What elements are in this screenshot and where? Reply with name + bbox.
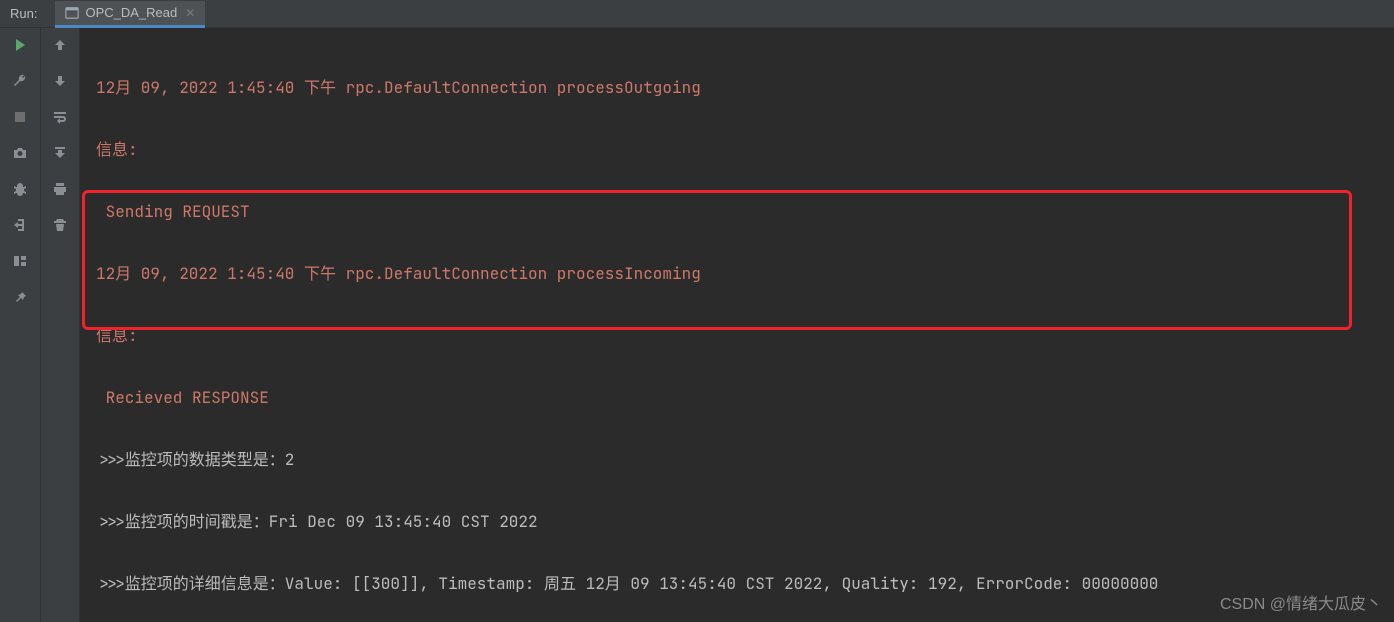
console-line: 12月 09, 2022 1:45:40 下午 rpc.DefaultConne…: [96, 72, 1378, 103]
console-line: 信息:: [96, 134, 1378, 165]
run-tab-opc-da-read[interactable]: OPC_DA_Read ✕: [55, 1, 205, 28]
console-line: >>>监控项的数据类型是：2: [96, 444, 1378, 475]
console-actions-column: [40, 28, 80, 622]
console-line: 信息:: [96, 320, 1378, 351]
console-line: 12月 09, 2022 1:45:40 下午 rpc.DefaultConne…: [96, 258, 1378, 289]
run-config-icon: [65, 6, 79, 20]
run-label: Run:: [10, 6, 37, 21]
csdn-watermark: CSDN @情绪大瓜皮丶: [1220, 590, 1382, 614]
close-icon[interactable]: ✕: [185, 6, 195, 20]
run-toolwindow-header: Run: OPC_DA_Read ✕: [0, 0, 1394, 28]
up-icon[interactable]: [51, 36, 69, 54]
left-gutter: [0, 28, 40, 622]
down-icon[interactable]: [51, 72, 69, 90]
trash-icon[interactable]: [51, 216, 69, 234]
stop-icon[interactable]: [11, 108, 29, 126]
softwrap-icon[interactable]: [51, 108, 69, 126]
pin-icon[interactable]: [11, 288, 29, 306]
console-output[interactable]: 12月 09, 2022 1:45:40 下午 rpc.DefaultConne…: [80, 28, 1394, 622]
exit-icon[interactable]: [11, 216, 29, 234]
run-tab-label: OPC_DA_Read: [85, 5, 177, 20]
console-line: Recieved RESPONSE: [96, 382, 1378, 413]
console-line: >>>监控项的详细信息是：Value: [[300]], Timestamp: …: [96, 568, 1378, 599]
print-icon[interactable]: [51, 180, 69, 198]
run-toolwindow-body: 12月 09, 2022 1:45:40 下午 rpc.DefaultConne…: [0, 28, 1394, 622]
rerun-icon[interactable]: [11, 36, 29, 54]
console-line: >>>监控项的时间戳是：Fri Dec 09 13:45:40 CST 2022: [96, 506, 1378, 537]
scroll-end-icon[interactable]: [51, 144, 69, 162]
bug-icon[interactable]: [11, 180, 29, 198]
layout-icon[interactable]: [11, 252, 29, 270]
wrench-icon[interactable]: [11, 72, 29, 90]
camera-icon[interactable]: [11, 144, 29, 162]
console-line: Sending REQUEST: [96, 196, 1378, 227]
